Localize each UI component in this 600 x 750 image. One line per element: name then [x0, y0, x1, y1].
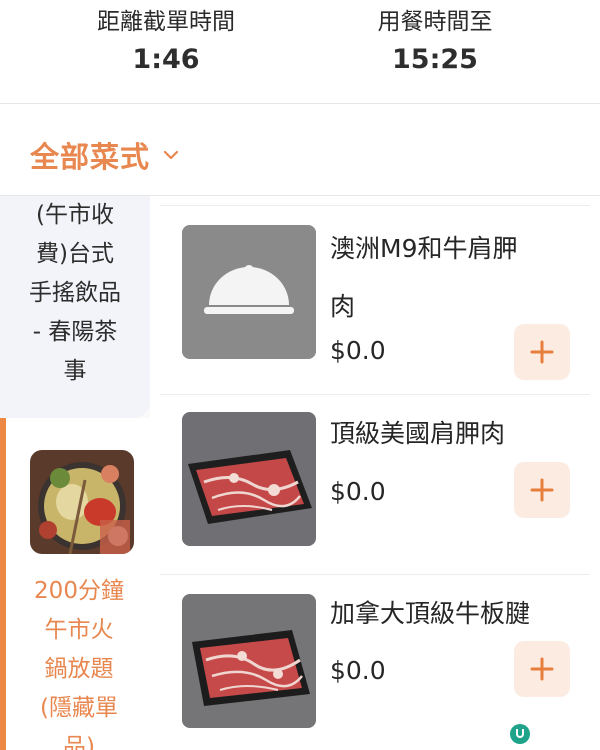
beef-slices-photo — [182, 412, 316, 546]
sidebar-item-tea-drinks[interactable]: (午市收 費)台式 手搖飲品 - 春陽茶 事 — [0, 196, 150, 418]
hotpot-thumbnail-image — [30, 450, 134, 554]
plus-icon — [530, 478, 554, 502]
menu-item-name: 頂級美國肩胛肉 — [330, 419, 506, 448]
add-to-cart-button[interactable] — [514, 462, 570, 518]
cutoff-label: 距離截單時間 — [97, 9, 235, 35]
add-to-cart-button[interactable] — [514, 324, 570, 380]
cloche-placeholder-icon — [182, 225, 316, 359]
chevron-down-icon — [163, 150, 179, 160]
beef-slices-photo — [182, 594, 316, 728]
dining-value: 15:25 — [392, 44, 478, 75]
sidebar-item-label: 200分鐘 午市火 鍋放題 (隱藏單 品) — [34, 578, 124, 750]
menu-item-list: 澳洲M9和牛肩胛 肉 $0.0 頂級美國肩胛肉 $0.0 加拿大頂級牛板腱 $0… — [150, 196, 600, 750]
divider — [160, 574, 590, 575]
menu-item-price: $0.0 — [330, 656, 386, 685]
category-sidebar: (午市收 費)台式 手搖飲品 - 春陽茶 事 200分鐘 午市火 鍋放題 (隱藏… — [0, 196, 150, 750]
add-to-cart-button[interactable] — [514, 641, 570, 697]
category-filter-label: 全部菜式 — [30, 140, 151, 174]
divider — [160, 394, 590, 395]
category-bar: 全部菜式 — [0, 104, 600, 196]
menu-item-price: $0.0 — [330, 477, 386, 506]
sidebar-item-hotpot-buffet[interactable]: 200分鐘 午市火 鍋放題 (隱藏單 品) — [0, 418, 150, 750]
divider — [160, 205, 590, 206]
category-filter-dropdown[interactable]: 全部菜式 — [30, 134, 180, 176]
dining-label: 用餐時間至 — [377, 9, 493, 35]
plus-icon — [530, 340, 554, 364]
selected-indicator — [0, 418, 6, 750]
sidebar-item-label: (午市收 費)台式 手搖飲品 - 春陽茶 事 — [29, 202, 121, 384]
menu-item-name: 加拿大頂級牛板腱 — [330, 599, 531, 628]
u-logo-icon — [516, 729, 524, 738]
app-badge-icon[interactable] — [510, 724, 530, 744]
cutoff-value: 1:46 — [132, 44, 200, 75]
plus-icon — [530, 657, 554, 681]
timer-bar: 距離截單時間 1:46 用餐時間至 15:25 — [0, 0, 600, 103]
menu-item-name: 澳洲M9和牛肩胛 肉 — [330, 234, 518, 321]
menu-item-price: $0.0 — [330, 336, 386, 365]
